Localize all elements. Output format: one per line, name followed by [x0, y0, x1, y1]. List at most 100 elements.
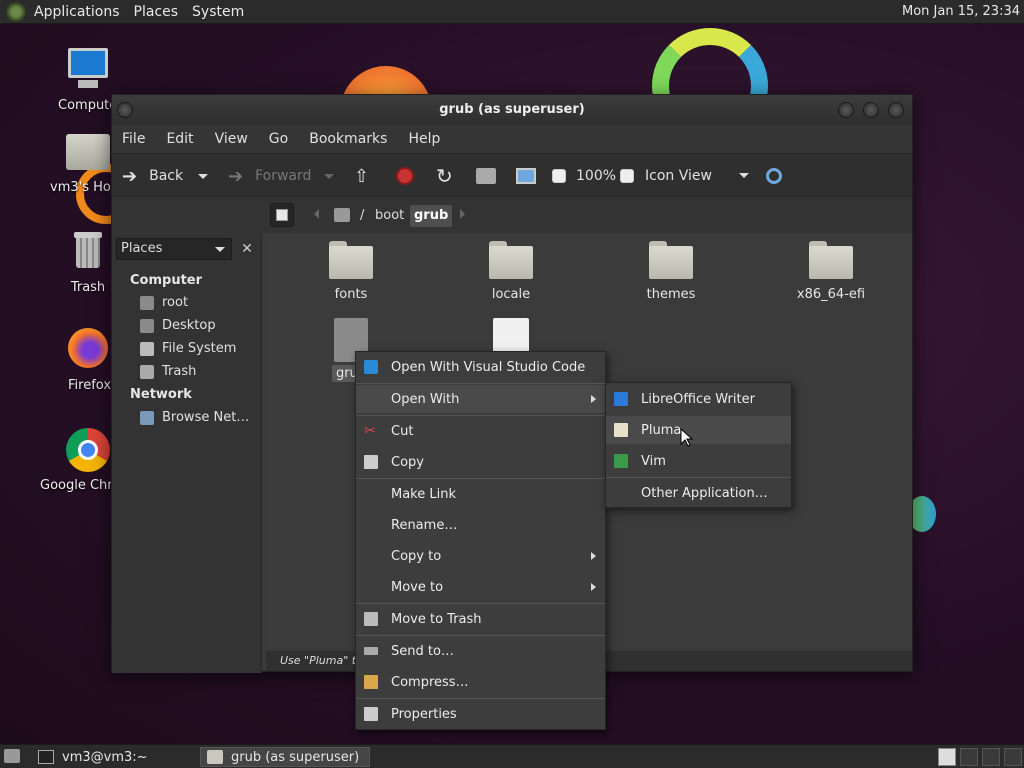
search-icon: [766, 168, 782, 184]
submenu-item-other-application[interactable]: Other Application…: [606, 479, 791, 507]
send-icon: [364, 647, 378, 655]
path-scroll-right[interactable]: [460, 209, 465, 219]
menu-item-properties[interactable]: Properties: [356, 700, 605, 728]
path-scroll-left[interactable]: [314, 209, 319, 219]
computer-icon: [516, 168, 536, 184]
toggle-location-entry-button[interactable]: [270, 203, 294, 227]
forward-history-dropdown[interactable]: [324, 154, 334, 198]
submenu-item-pluma[interactable]: Pluma: [606, 416, 791, 444]
scissors-icon: ✂: [364, 423, 376, 439]
zoom-out-icon: [552, 169, 566, 183]
sidebar-item-file-system[interactable]: File System: [140, 341, 236, 356]
zoom-out-button[interactable]: [552, 154, 566, 198]
zoom-level[interactable]: 100%: [576, 154, 616, 198]
sidebar-item-desktop[interactable]: Desktop: [140, 318, 216, 333]
submenu-item-vim[interactable]: Vim: [606, 447, 791, 475]
stop-button[interactable]: [396, 154, 414, 198]
close-button[interactable]: [888, 102, 904, 118]
home-button[interactable]: [476, 154, 496, 198]
applications-menu[interactable]: Applications: [34, 4, 120, 20]
menu-item-cut[interactable]: ✂ Cut: [356, 417, 605, 445]
task-file-manager[interactable]: grub (as superuser): [200, 747, 370, 767]
open-with-submenu: LibreOffice Writer Pluma Vim Other Appli…: [605, 382, 792, 508]
pluma-icon: [614, 423, 628, 437]
submenu-item-libreoffice-writer[interactable]: LibreOffice Writer: [606, 385, 791, 413]
menu-item-copy-to[interactable]: Copy to: [356, 542, 605, 570]
menu-item-make-link[interactable]: Make Link: [356, 480, 605, 508]
menu-separator: [356, 698, 605, 699]
folder-icon: [489, 241, 533, 279]
menu-view[interactable]: View: [215, 131, 248, 147]
workspace-switcher[interactable]: [938, 748, 956, 766]
menu-item-send-to[interactable]: Send to…: [356, 637, 605, 665]
computer-button[interactable]: [516, 154, 536, 198]
close-sidebar-button[interactable]: ✕: [236, 238, 258, 260]
workspace-switcher-4[interactable]: [1004, 748, 1022, 766]
sidebar-item-root[interactable]: root: [140, 295, 188, 310]
task-terminal[interactable]: vm3@vm3:~: [32, 747, 198, 767]
file-item-folder[interactable]: fonts: [291, 241, 411, 302]
places-menu[interactable]: Places: [134, 4, 179, 20]
workspace-switcher-2[interactable]: [960, 748, 978, 766]
context-menu: Open With Visual Studio Code Open With ✂…: [355, 351, 606, 730]
top-panel: Applications Places System Mon Jan 15, 2…: [0, 0, 1024, 24]
desktop-icon-label: Trash: [70, 280, 106, 295]
show-desktop-icon[interactable]: [4, 749, 20, 763]
menu-help[interactable]: Help: [408, 131, 440, 147]
location-bar: / boot grub: [112, 197, 912, 233]
menu-item-compress[interactable]: Compress…: [356, 668, 605, 696]
menu-edit[interactable]: Edit: [166, 131, 193, 147]
menu-item-rename[interactable]: Rename…: [356, 511, 605, 539]
path-segment-boot[interactable]: boot: [371, 205, 408, 227]
system-menu[interactable]: System: [192, 4, 244, 20]
up-button[interactable]: ⇧: [354, 154, 369, 198]
trash-icon: [140, 364, 154, 379]
path-segment-grub[interactable]: grub: [410, 205, 453, 227]
menu-item-move-to[interactable]: Move to: [356, 573, 605, 601]
zoom-in-button[interactable]: [620, 154, 634, 198]
sidebar: Places ✕ Computer root Desktop File Syst…: [112, 233, 262, 673]
menu-item-copy[interactable]: Copy: [356, 448, 605, 476]
file-item-folder[interactable]: locale: [451, 241, 571, 302]
file-item-folder[interactable]: themes: [611, 241, 731, 302]
minimize-button[interactable]: [838, 102, 854, 118]
trash-icon: [364, 612, 378, 626]
file-item-folder[interactable]: x86_64-efi: [771, 241, 891, 302]
view-mode-select[interactable]: Icon View: [645, 154, 749, 198]
submenu-arrow-icon: [591, 552, 596, 560]
vim-icon: [614, 454, 628, 468]
path-root-button[interactable]: /: [334, 203, 364, 227]
chevron-down-icon: [324, 173, 334, 179]
menu-bookmarks[interactable]: Bookmarks: [309, 131, 387, 147]
menu-item-open-with[interactable]: Open With: [356, 385, 605, 413]
menu-item-open-with-vscode[interactable]: Open With Visual Studio Code: [356, 353, 605, 381]
menu-file[interactable]: File: [122, 131, 145, 147]
reload-button[interactable]: ↻: [436, 154, 453, 198]
search-button[interactable]: [766, 154, 782, 198]
forward-button[interactable]: ➔ Forward: [228, 154, 311, 198]
window-titlebar[interactable]: grub (as superuser): [112, 95, 912, 125]
menu-go[interactable]: Go: [269, 131, 288, 147]
menu-separator: [356, 603, 605, 604]
window-menu-button[interactable]: [117, 102, 133, 118]
sidebar-type-select[interactable]: Places: [116, 238, 232, 260]
maximize-button[interactable]: [863, 102, 879, 118]
back-arrow-icon: ➔: [122, 165, 138, 187]
menu-separator: [356, 383, 605, 384]
taskbar: vm3@vm3:~ grub (as superuser): [0, 744, 1024, 768]
mate-logo-icon[interactable]: [6, 1, 26, 22]
firefox-icon: [64, 326, 112, 374]
menu-item-move-to-trash[interactable]: Move to Trash: [356, 605, 605, 633]
back-button[interactable]: ➔ Back: [122, 154, 183, 198]
vscode-icon: [364, 360, 378, 374]
sidebar-item-browse-network[interactable]: Browse Net…: [140, 410, 249, 425]
home-folder-icon: [64, 128, 112, 176]
menu-separator: [356, 415, 605, 416]
back-history-dropdown[interactable]: [198, 154, 208, 198]
drive-icon: [334, 208, 350, 222]
edit-icon: [276, 209, 288, 221]
workspace-switcher-3[interactable]: [982, 748, 1000, 766]
sidebar-item-trash[interactable]: Trash: [140, 364, 196, 379]
clock[interactable]: Mon Jan 15, 23:34: [902, 4, 1020, 19]
computer-icon: [64, 46, 112, 94]
